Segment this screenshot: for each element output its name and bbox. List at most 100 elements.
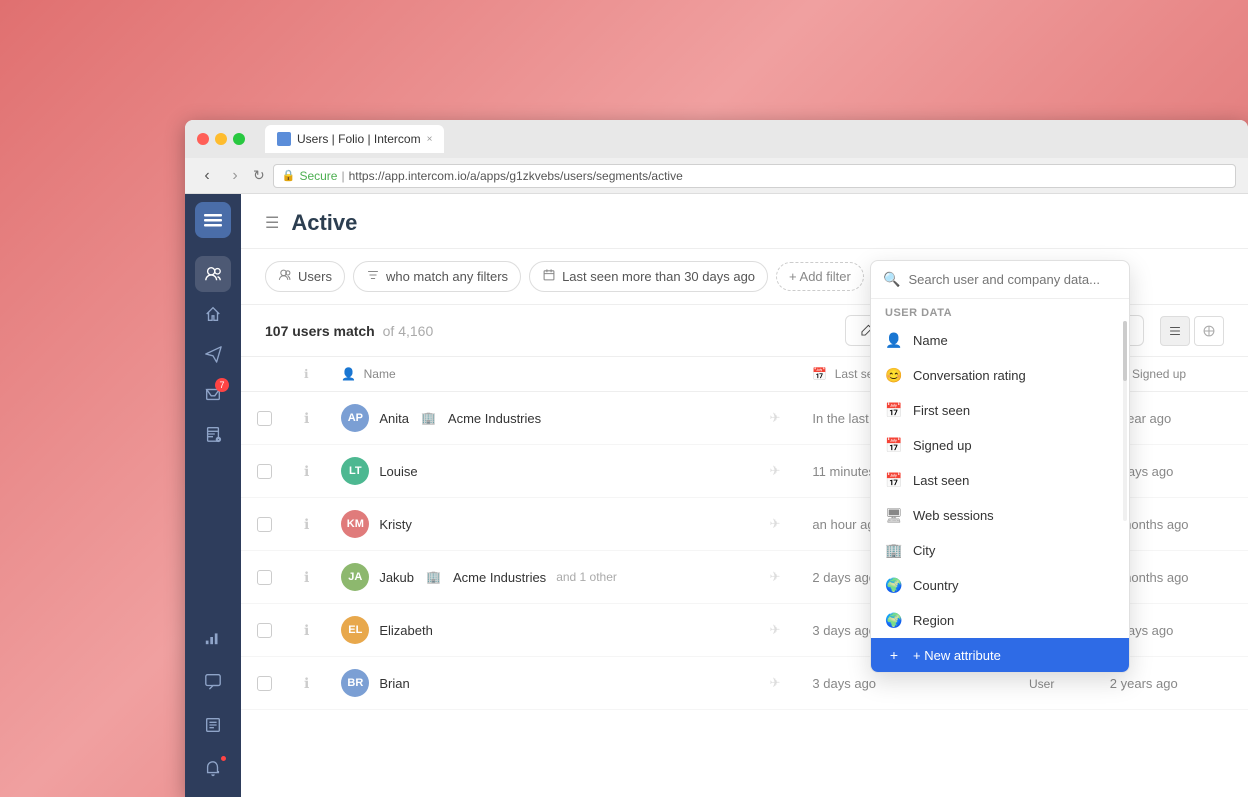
row-checkbox[interactable] <box>257 570 272 585</box>
tab-close-button[interactable]: × <box>427 134 433 145</box>
dropdown-item-conversation-rating[interactable]: 😊 Conversation rating <box>871 358 1129 393</box>
minimize-button[interactable] <box>215 133 227 145</box>
page-title: Active <box>291 210 357 236</box>
dropdown-item-signed-up[interactable]: 📅 Signed up <box>871 428 1129 463</box>
send-icon: ✈ <box>770 569 781 584</box>
hamburger-icon[interactable]: ☰ <box>265 213 279 233</box>
dropdown-search-icon: 🔍 <box>883 271 900 288</box>
avatar: EL <box>341 616 369 644</box>
dropdown-item-first-seen[interactable]: 📅 First seen <box>871 393 1129 428</box>
sidebar-item-users[interactable] <box>195 256 231 292</box>
row-info-icon: ℹ <box>304 463 309 479</box>
lastseen-filter-pill[interactable]: Last seen more than 30 days ago <box>529 261 768 292</box>
dropdown-item-label-name: Name <box>913 333 948 348</box>
dropdown-item-region[interactable]: 🌍 Region <box>871 603 1129 638</box>
and-more: and 1 other <box>556 570 617 584</box>
dropdown-item-icon-web-sessions: 🖥 <box>885 507 903 524</box>
dropdown-item-icon-signed-up: 📅 <box>885 437 903 454</box>
row-user-cell: JA Jakub 🏢 Acme Industries and 1 other <box>325 551 753 604</box>
sidebar-item-send[interactable] <box>195 336 231 372</box>
dropdown-search-input[interactable] <box>908 272 1117 287</box>
user-cell-content: AP Anita 🏢 Acme Industries <box>341 404 737 432</box>
row-checkbox[interactable] <box>257 623 272 638</box>
new-attribute-item[interactable]: + + New attribute <box>871 638 1129 672</box>
avatar: AP <box>341 404 369 432</box>
row-info-icon: ℹ <box>304 410 309 426</box>
view-buttons <box>1160 316 1224 346</box>
dropdown-item-label-first-seen: First seen <box>913 403 970 418</box>
sidebar-item-bell[interactable] <box>195 751 231 787</box>
url-bar[interactable]: 🔒 Secure | https://app.intercom.io/a/app… <box>273 164 1236 188</box>
name-col-label: Name <box>364 367 396 381</box>
maximize-button[interactable] <box>233 133 245 145</box>
dropdown-search-area: 🔍 <box>871 261 1129 299</box>
traffic-lights <box>197 133 245 145</box>
page-header: ☰ Active <box>241 194 1248 249</box>
company-name: Acme Industries <box>453 570 546 585</box>
sidebar-item-inbox[interactable]: 7 <box>195 376 231 412</box>
row-user-cell: BR Brian <box>325 657 753 710</box>
user-name: Brian <box>379 676 409 691</box>
users-filter-label: Users <box>298 269 332 284</box>
company-icon: 🏢 <box>421 411 436 425</box>
match-filter-pill[interactable]: who match any filters <box>353 261 521 292</box>
col-send <box>754 357 797 392</box>
sidebar: 7 <box>185 194 241 797</box>
sidebar-item-notes[interactable] <box>195 707 231 743</box>
row-user-cell: KM Kristy <box>325 498 753 551</box>
sidebar-logo[interactable] <box>195 202 231 238</box>
dropdown-section-label: User data <box>871 299 1129 323</box>
sidebar-item-articles[interactable] <box>195 416 231 452</box>
grid-view-button[interactable] <box>1194 316 1224 346</box>
info-header-icon: ℹ <box>304 367 309 381</box>
title-bar: Users | Folio | Intercom × <box>185 120 1248 158</box>
close-button[interactable] <box>197 133 209 145</box>
scrollbar-track <box>1123 321 1127 521</box>
dropdown-item-web-sessions[interactable]: 🖥 Web sessions <box>871 498 1129 533</box>
dropdown-item-city[interactable]: 🏢 City <box>871 533 1129 568</box>
row-checkbox[interactable] <box>257 517 272 532</box>
lastseen-col-icon: 📅 <box>812 367 827 381</box>
lastseen-filter-icon <box>542 268 556 285</box>
user-name: Kristy <box>379 517 412 532</box>
add-filter-button[interactable]: + Add filter <box>776 262 864 291</box>
row-info-icon: ℹ <box>304 569 309 585</box>
user-name: Anita <box>379 411 409 426</box>
list-view-button[interactable] <box>1160 316 1190 346</box>
match-filter-icon <box>366 268 380 285</box>
address-bar: ‹ › ↻ 🔒 Secure | https://app.intercom.io… <box>185 158 1248 194</box>
inbox-badge: 7 <box>215 378 229 392</box>
company-name: Acme Industries <box>448 411 541 426</box>
row-checkbox[interactable] <box>257 464 272 479</box>
dropdown-item-name[interactable]: 👤 Name <box>871 323 1129 358</box>
users-filter-pill[interactable]: Users <box>265 261 345 292</box>
match-count: 107 users match of 4,160 <box>265 323 837 339</box>
avatar: JA <box>341 563 369 591</box>
sidebar-item-compose[interactable] <box>195 296 231 332</box>
user-cell-content: EL Elizabeth <box>341 616 737 644</box>
user-cell-content: LT Louise <box>341 457 737 485</box>
name-col-icon: 👤 <box>341 367 356 381</box>
row-checkbox-cell <box>241 498 288 551</box>
dropdown-item-icon-city: 🏢 <box>885 542 903 559</box>
lastseen-filter-label: Last seen more than 30 days ago <box>562 269 755 284</box>
new-attribute-icon: + <box>885 647 903 663</box>
sidebar-item-messages[interactable] <box>195 663 231 699</box>
match-number: 107 users match <box>265 323 375 339</box>
row-checkbox[interactable] <box>257 411 272 426</box>
dropdown-item-label-country: Country <box>913 578 959 593</box>
reload-button[interactable]: ↻ <box>253 167 265 184</box>
row-send-cell: ✈ <box>754 445 797 498</box>
dropdown-item-country[interactable]: 🌍 Country <box>871 568 1129 603</box>
forward-button[interactable]: › <box>225 167 245 185</box>
col-name[interactable]: 👤 Name <box>325 357 753 392</box>
back-button[interactable]: ‹ <box>197 167 217 185</box>
sidebar-item-reports[interactable] <box>195 619 231 655</box>
dropdown-item-last-seen[interactable]: 📅 Last seen <box>871 463 1129 498</box>
dropdown-item-label-region: Region <box>913 613 954 628</box>
tab-area: Users | Folio | Intercom × <box>265 125 444 153</box>
row-checkbox[interactable] <box>257 676 272 691</box>
avatar: KM <box>341 510 369 538</box>
browser-tab[interactable]: Users | Folio | Intercom × <box>265 125 444 153</box>
row-info-cell: ℹ <box>288 551 325 604</box>
